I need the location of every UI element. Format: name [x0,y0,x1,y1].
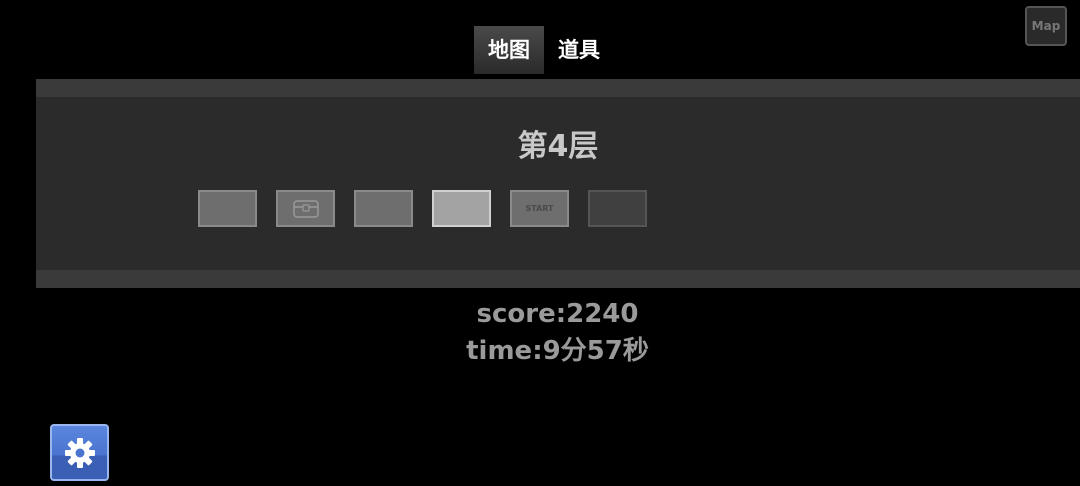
tab-bar: 地图 道具 [474,26,614,74]
room-3[interactable] [354,190,413,227]
gear-icon [64,437,95,468]
room-row: START [198,190,666,227]
stats-block: score:2240 time:9分57秒 [0,296,1080,370]
floor-title: 第4层 [517,129,599,164]
room-treasure[interactable] [276,190,335,227]
settings-button[interactable] [50,424,109,481]
treasure-chest-icon [292,199,319,218]
score-text: score:2240 [476,299,639,329]
tab-map[interactable]: 地图 [474,26,544,74]
start-label: START [525,204,554,213]
map-button[interactable]: Map [1025,6,1067,46]
room-unexplored[interactable] [588,190,647,227]
room-1[interactable] [198,190,257,227]
floor-map-area: 第4层 START [36,97,1080,270]
time-text: time:9分57秒 [466,336,649,366]
floor-map-panel: 第4层 START [36,79,1080,288]
tab-items[interactable]: 道具 [544,26,614,74]
room-current[interactable] [432,190,491,227]
room-start[interactable]: START [510,190,569,227]
